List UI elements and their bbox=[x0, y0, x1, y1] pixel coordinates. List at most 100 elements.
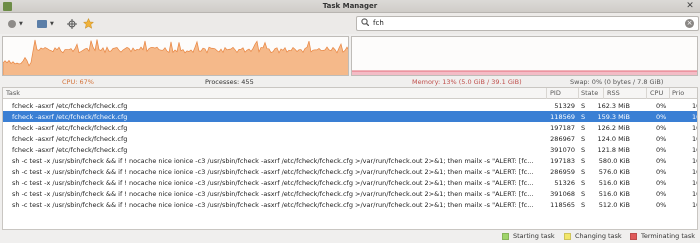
table-row[interactable]: fcheck -asxrf /etc/fcheck/fcheck.cfg 5132… bbox=[3, 100, 697, 111]
table-row[interactable]: fcheck -asxrf /etc/fcheck/fcheck.cfg 1185… bbox=[3, 111, 697, 122]
task-name-cell: sh -c test -x /usr/sbin/fcheck && if ! n… bbox=[12, 190, 534, 198]
swap-usage-label: Swap: 0% (0 bytes / 7.8 GiB) bbox=[570, 78, 664, 86]
pid-cell: 391068 bbox=[550, 190, 575, 198]
pid-cell: 391070 bbox=[550, 146, 575, 154]
close-icon[interactable]: ✕ bbox=[685, 1, 695, 11]
cpu-graph-fill bbox=[3, 39, 348, 75]
starting-swatch bbox=[502, 232, 509, 240]
task-name-cell: sh -c test -x /usr/sbin/fcheck && if ! n… bbox=[12, 168, 534, 176]
state-cell: S bbox=[581, 146, 586, 154]
legend-terminating: Terminating task bbox=[630, 232, 695, 240]
memory-usage-label: Memory: 13% (5.0 GiB / 39.1 GiB) bbox=[412, 78, 522, 86]
crosshair-button[interactable] bbox=[67, 18, 77, 29]
rss-cell: 516.0 KiB bbox=[598, 179, 630, 187]
prio-cell: 10 bbox=[692, 201, 697, 209]
legend-changing-label: Changing task bbox=[575, 232, 622, 240]
legend-changing: Changing task bbox=[564, 232, 622, 240]
rss-cell: 126.2 MiB bbox=[597, 124, 630, 132]
memory-graph-fill bbox=[352, 71, 697, 75]
chevron-down-icon: ▼ bbox=[50, 20, 54, 27]
settings-menu-button[interactable]: ▼ bbox=[8, 18, 23, 29]
pid-cell: 197183 bbox=[550, 157, 575, 165]
crosshair-icon bbox=[67, 18, 77, 29]
table-row[interactable]: fcheck -asxrf /etc/fcheck/fcheck.cfg 2869… bbox=[3, 133, 697, 144]
prio-cell: 10 bbox=[692, 146, 697, 154]
state-cell: S bbox=[581, 124, 586, 132]
task-table: Task PID State RSS CPU Prio fcheck -asxr… bbox=[2, 87, 698, 230]
rss-cell: 516.0 KiB bbox=[598, 190, 630, 198]
pid-cell: 286967 bbox=[550, 135, 575, 143]
cpu-cell: 0% bbox=[656, 179, 667, 187]
cpu-graph bbox=[2, 36, 349, 76]
table-row[interactable]: sh -c test -x /usr/sbin/fcheck && if ! n… bbox=[3, 177, 697, 188]
pid-cell: 51329 bbox=[554, 102, 575, 110]
view-menu-button[interactable]: ▼ bbox=[37, 18, 54, 29]
legend-starting: Starting task bbox=[502, 232, 555, 240]
rss-cell: 512.0 KiB bbox=[598, 201, 630, 209]
favorite-button[interactable] bbox=[83, 18, 94, 29]
table-row[interactable]: fcheck -asxrf /etc/fcheck/fcheck.cfg 3910… bbox=[3, 144, 697, 155]
task-name-cell: sh -c test -x /usr/sbin/fcheck && if ! n… bbox=[12, 179, 534, 187]
cpu-cell: 0% bbox=[656, 102, 667, 110]
prio-cell: 10 bbox=[692, 179, 697, 187]
task-name-cell: sh -c test -x /usr/sbin/fcheck && if ! n… bbox=[12, 157, 534, 165]
prio-cell: 10 bbox=[692, 157, 697, 165]
state-cell: S bbox=[581, 102, 586, 110]
pid-cell: 286959 bbox=[550, 168, 575, 176]
rss-cell: 576.0 KiB bbox=[598, 168, 630, 176]
chevron-down-icon: ▼ bbox=[19, 20, 23, 27]
column-header-pid[interactable]: PID bbox=[550, 89, 561, 97]
table-header: Task PID State RSS CPU Prio bbox=[3, 88, 697, 99]
search-field[interactable]: fch × bbox=[356, 16, 699, 31]
prio-cell: 10 bbox=[692, 168, 697, 176]
table-row[interactable]: sh -c test -x /usr/sbin/fcheck && if ! n… bbox=[3, 155, 697, 166]
task-name-cell: fcheck -asxrf /etc/fcheck/fcheck.cfg bbox=[12, 113, 128, 121]
memory-graph bbox=[351, 36, 698, 76]
star-icon bbox=[83, 18, 94, 29]
column-header-cpu[interactable]: CPU bbox=[650, 89, 663, 97]
rss-cell: 162.3 MiB bbox=[597, 102, 630, 110]
table-row[interactable]: sh -c test -x /usr/sbin/fcheck && if ! n… bbox=[3, 166, 697, 177]
rss-cell: 159.3 MiB bbox=[597, 113, 630, 121]
title-bar: Task Manager ✕ bbox=[0, 0, 700, 13]
state-cell: S bbox=[581, 157, 586, 165]
table-row[interactable]: fcheck -asxrf /etc/fcheck/fcheck.cfg 1971… bbox=[3, 122, 697, 133]
column-header-state[interactable]: State bbox=[581, 89, 598, 97]
window-title: Task Manager bbox=[322, 2, 378, 10]
clear-search-icon[interactable]: × bbox=[685, 19, 694, 28]
state-cell: S bbox=[581, 190, 586, 198]
rss-cell: 580.0 KiB bbox=[598, 157, 630, 165]
legend: Starting task Changing task Terminating … bbox=[0, 230, 700, 243]
state-cell: S bbox=[581, 179, 586, 187]
prio-cell: 10 bbox=[692, 113, 697, 121]
prio-cell: 10 bbox=[692, 102, 697, 110]
cpu-cell: 0% bbox=[656, 124, 667, 132]
column-header-prio[interactable]: Prio bbox=[672, 89, 684, 97]
status-line: CPU: 67% Processes: 455 Memory: 13% (5.0… bbox=[0, 77, 700, 87]
window-icon bbox=[37, 19, 47, 28]
prio-cell: 10 bbox=[692, 135, 697, 143]
rss-cell: 124.0 MiB bbox=[597, 135, 630, 143]
table-row[interactable]: sh -c test -x /usr/sbin/fcheck && if ! n… bbox=[3, 199, 697, 210]
cpu-cell: 0% bbox=[656, 190, 667, 198]
pid-cell: 118565 bbox=[550, 201, 575, 209]
task-name-cell: fcheck -asxrf /etc/fcheck/fcheck.cfg bbox=[12, 135, 128, 143]
task-name-cell: fcheck -asxrf /etc/fcheck/fcheck.cfg bbox=[12, 102, 128, 110]
state-cell: S bbox=[581, 168, 586, 176]
state-cell: S bbox=[581, 201, 586, 209]
task-name-cell: fcheck -asxrf /etc/fcheck/fcheck.cfg bbox=[12, 146, 128, 154]
state-cell: S bbox=[581, 113, 586, 121]
column-header-rss[interactable]: RSS bbox=[607, 89, 620, 97]
prio-cell: 10 bbox=[692, 190, 697, 198]
task-name-cell: fcheck -asxrf /etc/fcheck/fcheck.cfg bbox=[12, 124, 128, 132]
pid-cell: 118569 bbox=[550, 113, 575, 121]
search-input[interactable]: fch bbox=[373, 19, 384, 27]
task-name-cell: sh -c test -x /usr/sbin/fcheck && if ! n… bbox=[12, 201, 534, 209]
table-row[interactable]: sh -c test -x /usr/sbin/fcheck && if ! n… bbox=[3, 188, 697, 199]
cpu-cell: 0% bbox=[656, 146, 667, 154]
prio-cell: 10 bbox=[692, 124, 697, 132]
terminating-swatch bbox=[630, 232, 637, 240]
search-icon bbox=[361, 18, 369, 26]
column-header-task[interactable]: Task bbox=[6, 89, 20, 97]
cpu-cell: 0% bbox=[656, 157, 667, 165]
